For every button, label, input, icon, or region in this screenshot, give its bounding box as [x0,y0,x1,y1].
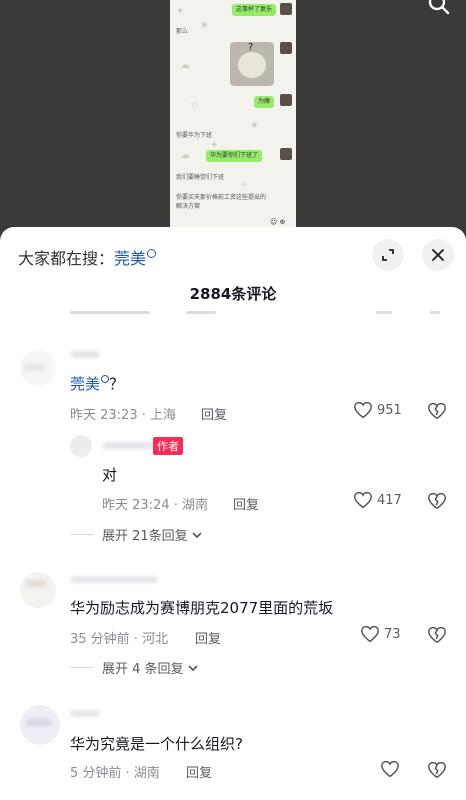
avatar[interactable] [20,705,60,745]
expand-icon [382,249,394,261]
dislike-icon[interactable] [427,492,447,510]
like-button[interactable]: 951 [353,401,402,419]
dislike-icon[interactable] [427,402,447,420]
doodle-icon: ☁ [180,60,190,71]
chat-avatar [280,94,292,106]
heart-icon [354,401,372,419]
reply-button[interactable]: 回复 [233,494,259,513]
like-count: 417 [377,492,402,508]
expand-replies-button[interactable]: 展开 21条回复 [70,525,203,544]
reply-button[interactable]: 回复 [186,762,212,781]
comment-text: 莞美 ？ [70,373,124,394]
comment-meta: 5 分钟前 · 湖南 [70,766,160,781]
comment-meta: 昨天 23:23 · 上海 [70,408,176,423]
doodle-icon: ☆ [190,100,199,111]
doodle-icon: ☁ [180,150,190,161]
like-button[interactable]: 73 [360,625,401,643]
previous-comment-meta-partial [70,307,450,317]
comment-text-suffix: ？ [109,375,125,393]
dislike-icon[interactable] [427,761,447,779]
chat-text: 你要买天那价格前工资这些提出的解决方案 [176,194,267,210]
video-frame: ✦ ★ ☁ ✦ ☁ ★ ☆ ✧ 这事杯了复乐 那么 ? 为雁 你要华为下班 华为… [170,0,296,228]
like-count: 951 [377,402,402,418]
chat-bubble: 这事杯了复乐 [232,4,277,16]
close-button[interactable] [422,239,454,271]
comment-meta: 昨天 23:24 · 湖南 [102,498,208,513]
doodle-icon: ★ [200,20,209,31]
expand-replies-label: 展开 4 条回复 [102,662,184,677]
chat-bubble: 华为要你们下班了 [206,150,263,162]
comment-text: 华为励志成为赛博朋克2077里面的荒坂 [70,599,334,617]
chat-bubble: 为雁 [254,96,275,108]
doodle-icon: ✧ [240,180,249,191]
chat-text: 那么 [176,28,189,35]
search-suggestion-keyword[interactable]: 莞美 [114,249,146,268]
doodle-icon: ★ [250,120,259,131]
username[interactable] [102,442,154,449]
avatar[interactable] [20,572,56,608]
chevron-down-icon [187,664,198,671]
avatar[interactable] [70,435,92,457]
heart-icon [381,760,399,778]
reply-button[interactable]: 回复 [201,404,227,423]
search-suggestion-prefix: 大家都在搜： [18,249,115,268]
search-icon[interactable] [426,0,452,18]
close-icon [432,249,444,261]
comment-text: 华为究竟是一个什么组织? [70,735,243,753]
expand-replies-button[interactable]: 展开 4 条回复 [70,658,199,677]
username[interactable] [70,710,100,717]
cat-image: ? [230,42,274,86]
chat-text: 我们要睡觉们下班 [176,174,225,181]
comment-keyword-link[interactable]: 莞美 [70,375,100,393]
chevron-down-icon [192,531,202,538]
expand-button[interactable] [372,239,404,271]
chat-input-icons: ☺ ⊕ [270,218,286,226]
comment-text: 对 [102,466,118,484]
avatar[interactable] [20,350,56,386]
search-suggestion[interactable]: 大家都在搜：莞美 [18,245,157,269]
heart-icon [361,625,379,643]
like-count: 73 [384,626,401,642]
search-icon [101,375,110,383]
comment-sheet: 大家都在搜：莞美 2884条评论 莞美？ 昨天 23:23 · 上海 回复 95… [0,227,466,800]
username[interactable] [70,351,100,358]
search-icon [147,249,157,258]
doodle-icon: ✦ [176,6,185,17]
expand-replies-label: 展开 21条回复 [102,529,188,544]
comment-count-title: 2884条评论 [189,285,277,303]
chat-avatar [280,42,292,54]
reply-button[interactable]: 回复 [195,628,221,647]
author-badge: 作者 [153,437,183,455]
username[interactable] [70,576,158,583]
comment-meta: 35 分钟前 · 河北 [70,632,169,647]
heart-icon [354,491,372,509]
chat-avatar [280,3,292,15]
like-button[interactable]: 417 [353,491,402,509]
dislike-icon[interactable] [427,626,447,644]
like-button[interactable] [380,760,400,778]
chat-avatar [280,148,292,160]
chat-text: 你要华为下班 [176,132,213,139]
